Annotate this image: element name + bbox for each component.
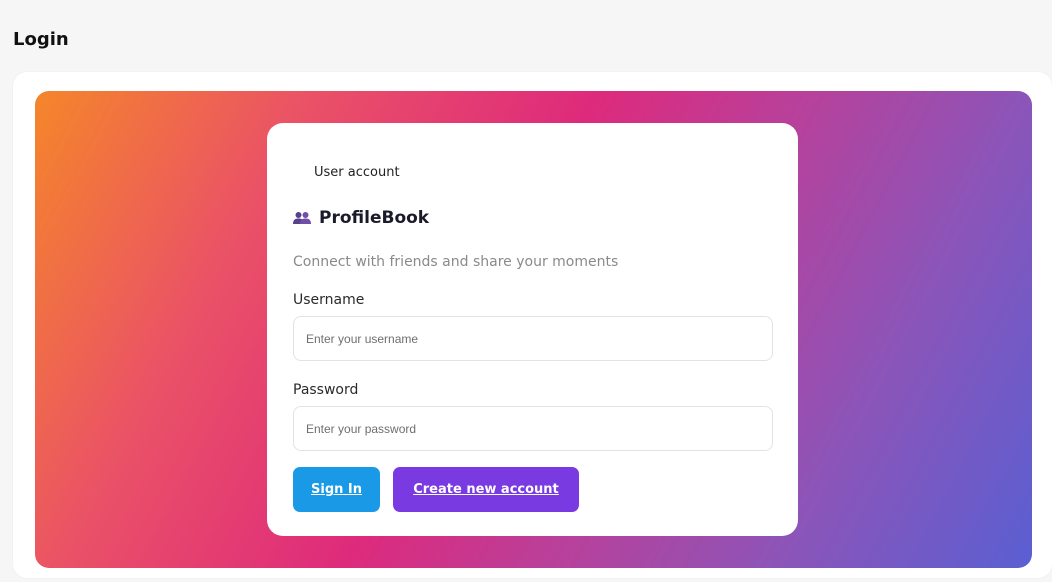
tagline: Connect with friends and share your mome… — [293, 254, 619, 270]
create-account-button[interactable]: Create new account — [393, 467, 579, 512]
password-label: Password — [293, 382, 359, 398]
page-title: Login — [13, 29, 69, 50]
gradient-background: User account ProfileBook Connect with fr… — [35, 91, 1032, 568]
brand-name: ProfileBook — [319, 208, 430, 228]
people-icon — [293, 211, 311, 225]
password-input[interactable] — [293, 406, 773, 451]
card-header: User account — [314, 165, 400, 180]
username-input[interactable] — [293, 316, 773, 361]
username-label: Username — [293, 292, 365, 308]
brand: ProfileBook — [293, 208, 429, 228]
login-card: User account ProfileBook Connect with fr… — [267, 123, 798, 536]
login-container: User account ProfileBook Connect with fr… — [13, 72, 1052, 578]
sign-in-button[interactable]: Sign In — [293, 467, 380, 512]
